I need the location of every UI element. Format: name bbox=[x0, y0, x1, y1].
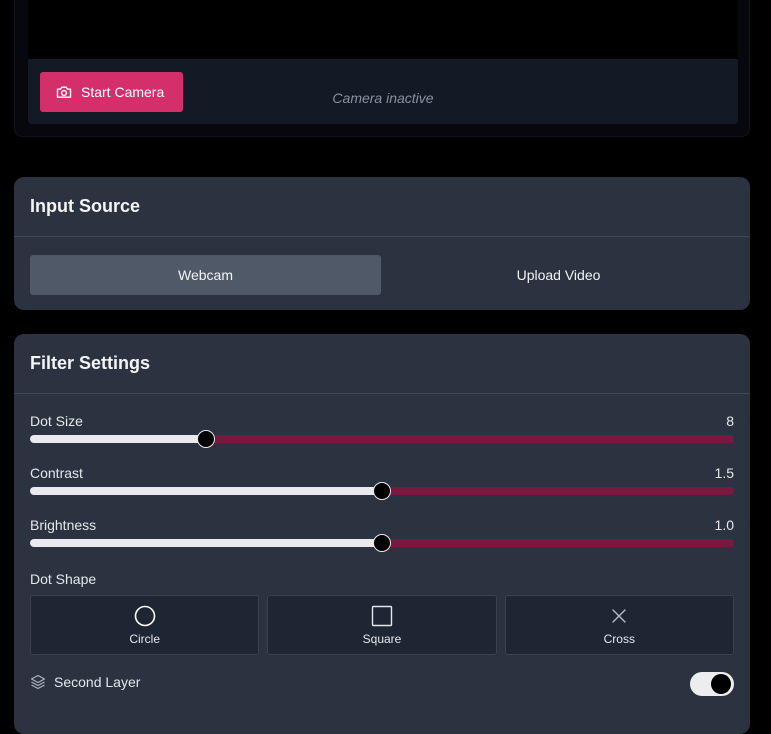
dot-size-slider[interactable] bbox=[30, 430, 734, 448]
shape-square-label: Square bbox=[362, 631, 402, 646]
dot-size-label: Dot Size bbox=[30, 413, 83, 429]
contrast-slider-row: Contrast 1.5 bbox=[30, 465, 734, 509]
second-layer-toggle[interactable] bbox=[690, 672, 734, 696]
dot-shape-options: Circle Square Cross bbox=[30, 595, 734, 655]
input-source-card: Input Source Webcam Upload Video bbox=[14, 177, 750, 310]
contrast-slider[interactable] bbox=[30, 482, 734, 500]
second-layer-row: Second Layer bbox=[30, 672, 734, 702]
shape-circle-label: Circle bbox=[129, 631, 160, 646]
dot-size-slider-row: Dot Size 8 bbox=[30, 413, 734, 457]
shape-option-circle[interactable]: Circle bbox=[30, 595, 260, 655]
shape-option-cross[interactable]: Cross bbox=[504, 595, 734, 655]
dot-size-slider-fill bbox=[30, 435, 206, 443]
brightness-slider-row: Brightness 1.0 bbox=[30, 517, 734, 561]
brightness-value: 1.0 bbox=[714, 517, 734, 533]
brightness-slider-thumb[interactable] bbox=[373, 534, 391, 552]
brightness-label: Brightness bbox=[30, 517, 97, 533]
contrast-value: 1.5 bbox=[714, 465, 734, 481]
shape-option-square[interactable]: Square bbox=[267, 595, 497, 655]
input-source-title: Input Source bbox=[14, 177, 750, 237]
dot-shape-label: Dot Shape bbox=[30, 571, 97, 587]
dot-size-value: 8 bbox=[726, 413, 734, 429]
contrast-slider-fill bbox=[30, 487, 382, 495]
brightness-slider[interactable] bbox=[30, 534, 734, 552]
tab-webcam[interactable]: Webcam bbox=[30, 255, 381, 295]
filter-settings-card: Filter Settings Dot Size 8 Contrast 1.5 … bbox=[14, 334, 750, 734]
second-layer-label: Second Layer bbox=[54, 674, 141, 690]
tab-upload-video[interactable]: Upload Video bbox=[383, 255, 734, 295]
layers-icon bbox=[30, 674, 46, 690]
filter-settings-title: Filter Settings bbox=[14, 334, 750, 394]
shape-cross-label: Cross bbox=[603, 631, 635, 646]
camera-panel: Start Camera Camera inactive bbox=[14, 0, 750, 137]
second-layer-toggle-knob bbox=[711, 674, 731, 694]
cross-icon bbox=[612, 608, 627, 623]
source-tabs: Webcam Upload Video bbox=[30, 255, 734, 295]
square-icon bbox=[371, 605, 393, 626]
camera-controls: Start Camera Camera inactive bbox=[28, 59, 738, 124]
contrast-slider-thumb[interactable] bbox=[373, 482, 391, 500]
camera-viewport bbox=[28, 0, 738, 59]
brightness-slider-fill bbox=[30, 539, 382, 547]
dot-size-slider-thumb[interactable] bbox=[197, 430, 215, 448]
camera-status: Camera inactive bbox=[332, 90, 434, 106]
contrast-label: Contrast bbox=[30, 465, 83, 481]
circle-icon bbox=[134, 605, 155, 626]
